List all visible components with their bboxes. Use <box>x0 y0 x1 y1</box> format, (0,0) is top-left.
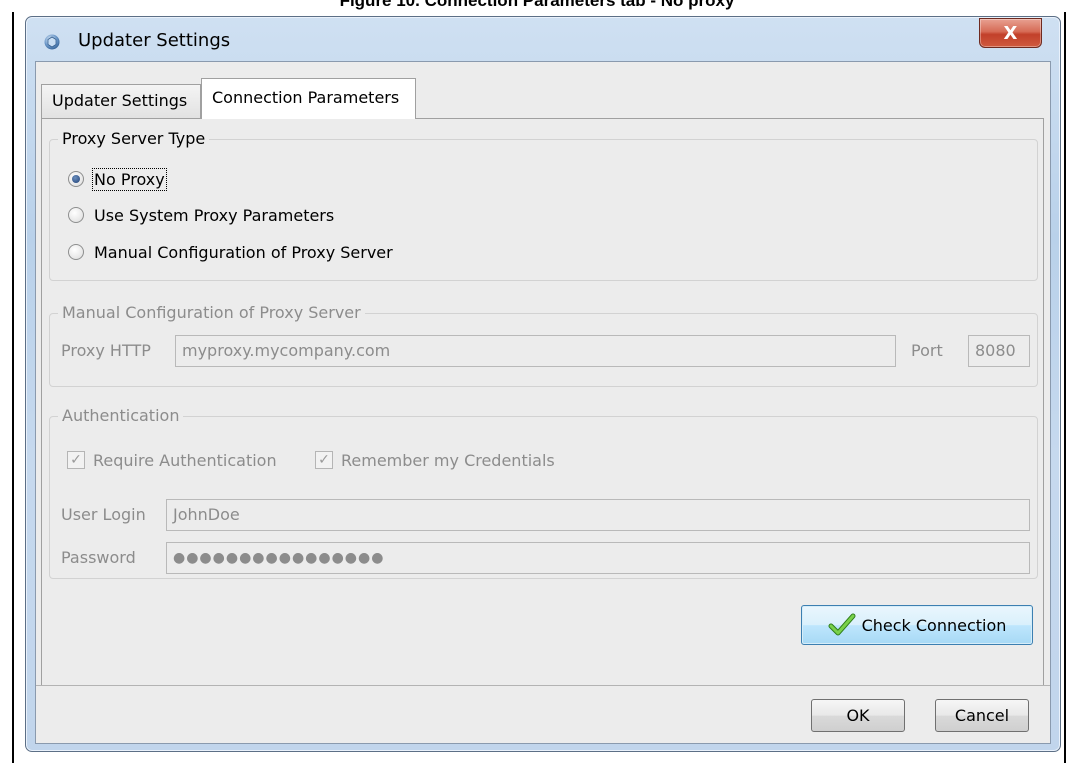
page-rule-left <box>12 12 14 763</box>
proxy-type-title: Proxy Server Type <box>58 129 210 149</box>
close-icon: X <box>1003 22 1018 44</box>
proxy-http-label: Proxy HTTP <box>61 341 151 360</box>
page: Figure 10. Connection Parameters tab - N… <box>0 0 1074 763</box>
radio-system-proxy[interactable]: Use System Proxy Parameters <box>68 203 334 227</box>
dialog-button-bar: OK Cancel <box>36 685 1050 743</box>
radio-label-system-proxy: Use System Proxy Parameters <box>94 205 335 225</box>
window-title: Updater Settings <box>78 30 231 51</box>
check-connection-label: Check Connection <box>861 615 1007 635</box>
ok-label: OK <box>846 706 870 725</box>
port-label: Port <box>911 341 943 360</box>
password-input[interactable]: ●●●●●●●●●●●●●●●● <box>166 542 1030 574</box>
authentication-group: Authentication ✓ Require Authentication … <box>49 406 1038 579</box>
remember-credentials-label: Remember my Credentials <box>341 450 555 470</box>
radio-no-proxy[interactable]: No Proxy <box>68 167 167 191</box>
radio-label-no-proxy: No Proxy <box>92 167 167 191</box>
tab-updater-settings[interactable]: Updater Settings <box>41 84 201 118</box>
require-auth-label: Require Authentication <box>93 450 277 470</box>
radio-label-manual-proxy: Manual Configuration of Proxy Server <box>94 242 393 262</box>
manual-config-group: Manual Configuration of Proxy Server Pro… <box>49 303 1038 387</box>
cancel-button[interactable]: Cancel <box>935 699 1029 732</box>
check-connection-button[interactable]: Check Connection <box>801 605 1033 645</box>
figure-caption: Figure 10. Connection Parameters tab - N… <box>339 0 735 10</box>
radio-button-checked[interactable] <box>68 171 84 187</box>
page-rule-right <box>1064 12 1066 763</box>
remember-credentials-checkbox-row[interactable]: ✓ Remember my Credentials <box>315 449 555 471</box>
require-auth-checkbox-row[interactable]: ✓ Require Authentication <box>67 449 277 471</box>
connection-parameters-panel: Proxy Server Type No Proxy Use System Pr… <box>41 118 1044 687</box>
tab-connection-parameters[interactable]: Connection Parameters <box>201 78 416 119</box>
authentication-title: Authentication <box>58 406 184 426</box>
title-bar[interactable]: Updater Settings X <box>26 17 1060 61</box>
cancel-label: Cancel <box>954 706 1010 725</box>
port-input[interactable]: 8080 <box>968 335 1030 367</box>
user-login-label: User Login <box>61 505 146 524</box>
proxy-type-group: Proxy Server Type No Proxy Use System Pr… <box>49 129 1038 281</box>
ok-button[interactable]: OK <box>811 699 905 732</box>
tab-bar: Updater Settings Connection Parameters <box>41 78 1041 119</box>
check-mark-icon[interactable]: ✓ <box>315 451 333 469</box>
green-check-icon <box>828 613 856 636</box>
check-mark-icon[interactable]: ✓ <box>67 451 85 469</box>
close-button[interactable]: X <box>979 18 1042 48</box>
updater-settings-window: Updater Settings X Updater Settings Conn… <box>25 16 1061 752</box>
dialog-client-area: Updater Settings Connection Parameters P… <box>35 61 1051 744</box>
radio-manual-proxy[interactable]: Manual Configuration of Proxy Server <box>68 240 393 264</box>
user-login-input[interactable]: JohnDoe <box>166 499 1030 531</box>
radio-button[interactable] <box>68 244 84 260</box>
app-icon <box>44 34 60 50</box>
radio-button[interactable] <box>68 207 84 223</box>
password-label: Password <box>61 548 136 567</box>
proxy-http-input[interactable]: myproxy.mycompany.com <box>175 335 896 367</box>
manual-config-title: Manual Configuration of Proxy Server <box>58 303 365 323</box>
